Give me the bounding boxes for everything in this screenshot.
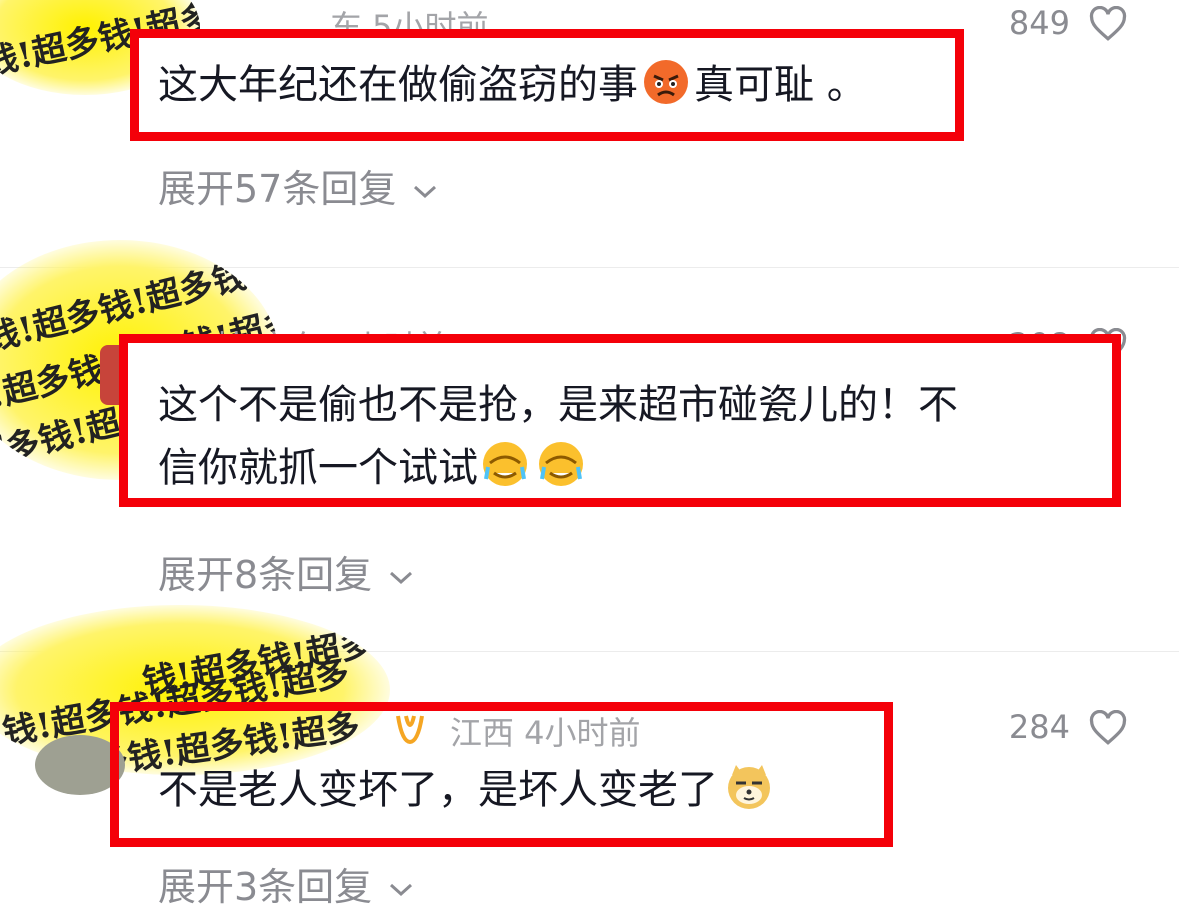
expand-replies-button[interactable]: 展开8条回复: [158, 544, 414, 599]
comment-text-line-2: 信你就抓一个试试: [158, 438, 586, 498]
heart-icon[interactable]: [1088, 710, 1128, 746]
like-count: 849: [1008, 4, 1070, 42]
like-count: 284: [1008, 708, 1070, 746]
facepalm-laugh-icon: [536, 439, 586, 489]
doge-icon: [724, 761, 774, 811]
chevron-down-icon: [414, 185, 437, 198]
comment-text: 这大年纪还在做偷盗窃的事 真可耻 。: [158, 55, 867, 115]
angry-face-icon: [642, 58, 690, 106]
chevron-down-icon: [390, 571, 413, 584]
facepalm-laugh-icon: [480, 439, 530, 489]
comment-text: 不是老人变坏了，是坏人变老了: [158, 760, 774, 820]
comment-text-line-1: 这个不是偷也不是抢，是来超市碰瓷儿的！不: [158, 382, 958, 428]
expand-replies-button[interactable]: 展开57条回复: [158, 158, 438, 213]
heart-icon[interactable]: [1088, 6, 1128, 42]
